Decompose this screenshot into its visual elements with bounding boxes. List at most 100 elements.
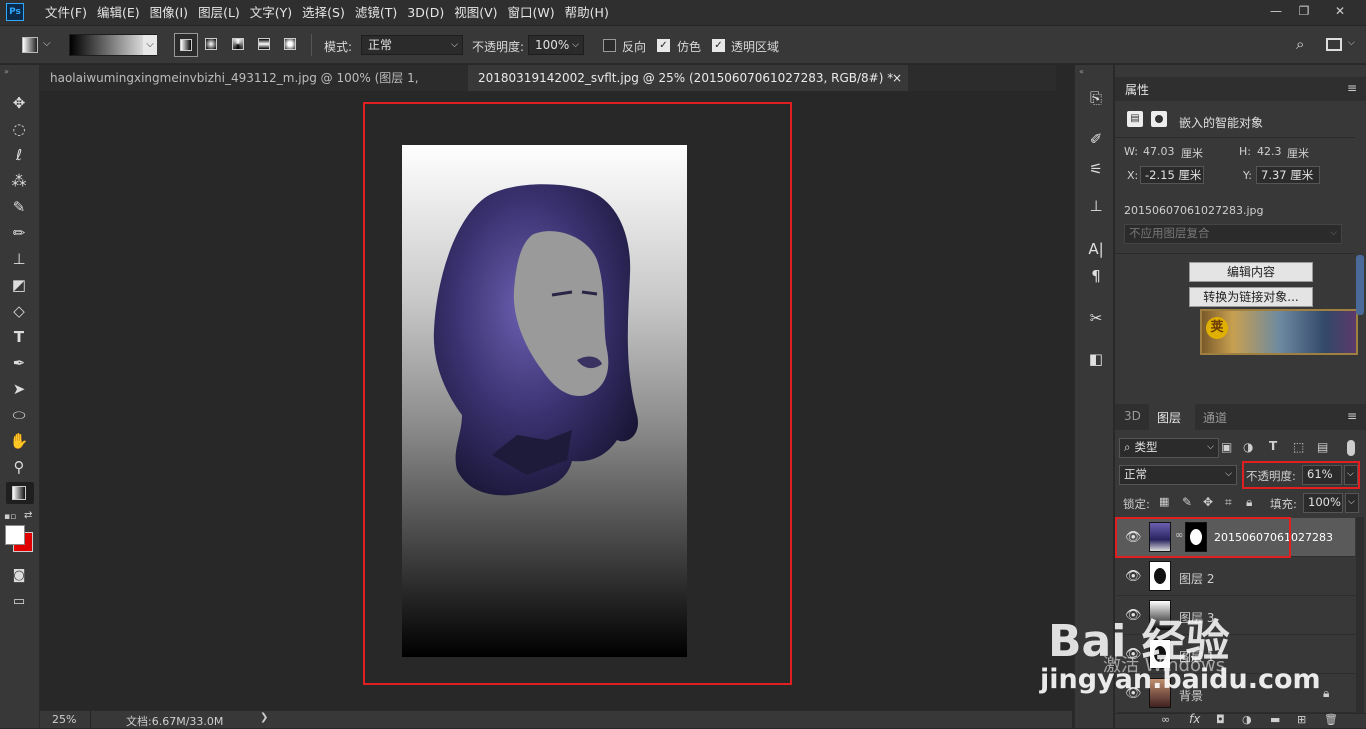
add-mask-icon[interactable]: ◘ [1216, 713, 1225, 726]
restore-button[interactable]: ❐ [1290, 0, 1318, 22]
width-value[interactable]: 47.03 [1143, 145, 1175, 158]
gradient-tool-button[interactable] [6, 482, 34, 504]
brush-settings-icon[interactable]: ✐ [1085, 128, 1107, 150]
collapse-icon[interactable]: » [4, 67, 9, 76]
fill-input[interactable]: 100% [1303, 493, 1343, 513]
brush-tool-icon[interactable]: ✏ [6, 222, 32, 244]
fx-icon[interactable]: fx [1189, 712, 1200, 726]
magic-wand-icon[interactable]: ⁂ [6, 170, 32, 192]
marquee-tool-icon[interactable]: ◌ [6, 118, 32, 140]
radial-gradient-button[interactable] [205, 38, 217, 50]
layer-name[interactable]: 图层 2 [1179, 570, 1214, 587]
properties-title[interactable]: 属性 [1125, 81, 1149, 98]
layer-comp-select[interactable]: 不应用图层复合 ⌵ [1124, 224, 1342, 244]
fill-dropdown-icon[interactable]: ⌵ [1345, 493, 1359, 513]
menu-3d[interactable]: 3D(D) [406, 0, 453, 26]
filter-smart-object-icon[interactable]: ▤ [1317, 440, 1328, 454]
chevron-down-icon[interactable]: ⌵ [43, 38, 51, 49]
lasso-tool-icon[interactable]: ℓ [6, 144, 32, 166]
swap-colors-icon[interactable]: ⇄ [24, 510, 32, 521]
linear-gradient-button[interactable] [174, 33, 198, 57]
menu-file[interactable]: 文件(F) [44, 0, 96, 26]
reverse-checkbox[interactable] [603, 39, 616, 52]
path-select-icon[interactable]: ➤ [6, 378, 32, 400]
menu-window[interactable]: 窗口(W) [507, 0, 564, 26]
menu-type[interactable]: 文字(Y) [249, 0, 301, 26]
foreground-color-swatch[interactable] [5, 525, 25, 545]
menu-select[interactable]: 选择(S) [301, 0, 354, 26]
visibility-eye-icon[interactable]: 👁︎ [1125, 569, 1142, 584]
panel-menu-icon[interactable]: ≡ [1347, 81, 1357, 95]
y-input[interactable]: 7.37 厘米 [1256, 166, 1320, 184]
workspace-icon[interactable] [1326, 38, 1342, 51]
convert-to-linked-button[interactable]: 转换为链接对象... [1189, 287, 1313, 307]
lock-pixels-icon[interactable]: ✎ [1182, 495, 1192, 509]
panel-menu-icon[interactable]: ≡ [1347, 409, 1357, 423]
menu-view[interactable]: 视图(V) [453, 0, 506, 26]
edit-contents-button[interactable]: 编辑内容 [1189, 262, 1313, 282]
status-menu-arrow[interactable]: ❯ [260, 712, 268, 723]
diamond-gradient-button[interactable] [284, 38, 296, 50]
tab-3d[interactable]: 3D [1124, 409, 1141, 423]
paint-bucket-icon[interactable]: ◇ [6, 300, 32, 322]
lock-transparent-icon[interactable]: ▦ [1159, 495, 1169, 508]
link-layers-icon[interactable]: ∞ [1161, 713, 1170, 726]
layer-filter-select[interactable]: ⌕ 类型 ⌵ [1119, 438, 1219, 458]
tool-presets-icon[interactable]: ✂ [1085, 307, 1107, 329]
blend-mode-select[interactable]: 正常 ⌵ [1119, 465, 1237, 485]
hand-tool-icon[interactable]: ✋ [6, 430, 32, 452]
chevron-down-icon[interactable]: ⌵ [1348, 38, 1355, 48]
filter-adjustment-icon[interactable]: ◑ [1243, 440, 1253, 454]
ellipse-tool-icon[interactable]: ⬭ [6, 404, 32, 426]
move-tool-icon[interactable]: ✥ [6, 92, 32, 114]
mask-icon[interactable] [1151, 111, 1167, 127]
filter-type-icon[interactable]: T [1269, 439, 1277, 453]
zoom-level[interactable]: 25% [52, 713, 76, 726]
layer-row[interactable]: 👁︎ 图层 2 [1117, 557, 1355, 596]
menu-layer[interactable]: 图层(L) [197, 0, 249, 26]
filter-toggle[interactable] [1347, 440, 1355, 456]
gradient-tool-preset-icon[interactable] [22, 37, 38, 53]
canvas-workspace[interactable] [40, 91, 1056, 710]
lock-all-icon[interactable]: 🔒︎ [1246, 495, 1252, 510]
minimize-button[interactable]: — [1262, 0, 1290, 22]
eraser-tool-icon[interactable]: ◩ [6, 274, 32, 296]
lock-artboard-icon[interactable]: ⌗ [1225, 495, 1232, 510]
gradient-picker-dropdown-icon[interactable]: ⌵ [143, 35, 157, 55]
layers-scrollbar[interactable] [1356, 517, 1364, 713]
trash-icon[interactable]: 🗑︎ [1324, 713, 1338, 726]
game-ad-banner-image[interactable]: 荚 [1200, 309, 1358, 355]
new-layer-icon[interactable]: ⊞ [1297, 713, 1306, 726]
filter-pixel-icon[interactable]: ▣ [1221, 440, 1232, 454]
lock-position-icon[interactable]: ✥ [1203, 495, 1213, 509]
menu-filter[interactable]: 滤镜(T) [354, 0, 406, 26]
search-icon[interactable]: ⌕ [1296, 35, 1304, 53]
adjustment-layer-icon[interactable]: ◑ [1242, 713, 1252, 726]
angle-gradient-button[interactable] [232, 38, 244, 50]
pen-tool-icon[interactable]: ✒ [6, 352, 32, 374]
quick-mask-icon[interactable]: ◙ [6, 565, 32, 587]
tab-channels[interactable]: 通道 [1203, 409, 1227, 426]
zoom-tool-icon[interactable]: ⚲ [6, 456, 32, 478]
tab-document-1[interactable]: haolaiwumingxingmeinvbizhi_493112_m.jpg … [40, 65, 468, 111]
x-input[interactable]: -2.15 厘米 [1140, 166, 1204, 184]
adjustments-icon[interactable]: ⚟ [1085, 158, 1107, 180]
screen-mode-icon[interactable]: ▭ [6, 591, 32, 613]
menu-image[interactable]: 图像(I) [149, 0, 197, 26]
type-tool-icon[interactable]: T [6, 326, 32, 348]
group-folder-icon[interactable]: ▬ [1270, 713, 1280, 726]
stamp-tool-icon[interactable]: ⊥ [6, 248, 32, 270]
clone-source-icon[interactable]: ⊥ [1085, 195, 1107, 217]
menu-help[interactable]: 帮助(H) [564, 0, 618, 26]
default-colors-icon[interactable]: ▪▫ [4, 512, 16, 522]
expand-icon[interactable]: « [1079, 67, 1084, 76]
height-value[interactable]: 42.3 [1257, 145, 1282, 158]
close-button[interactable]: ✕ [1326, 0, 1354, 22]
dither-checkbox[interactable]: ✓ [657, 39, 670, 52]
menu-edit[interactable]: 编辑(E) [96, 0, 149, 26]
close-icon[interactable]: × [892, 65, 902, 91]
eyedropper-icon[interactable]: ✎ [6, 196, 32, 218]
filter-shape-icon[interactable]: ⬚ [1293, 440, 1304, 454]
transparency-checkbox[interactable]: ✓ [712, 39, 725, 52]
history-icon[interactable]: ⎘ [1085, 87, 1107, 109]
